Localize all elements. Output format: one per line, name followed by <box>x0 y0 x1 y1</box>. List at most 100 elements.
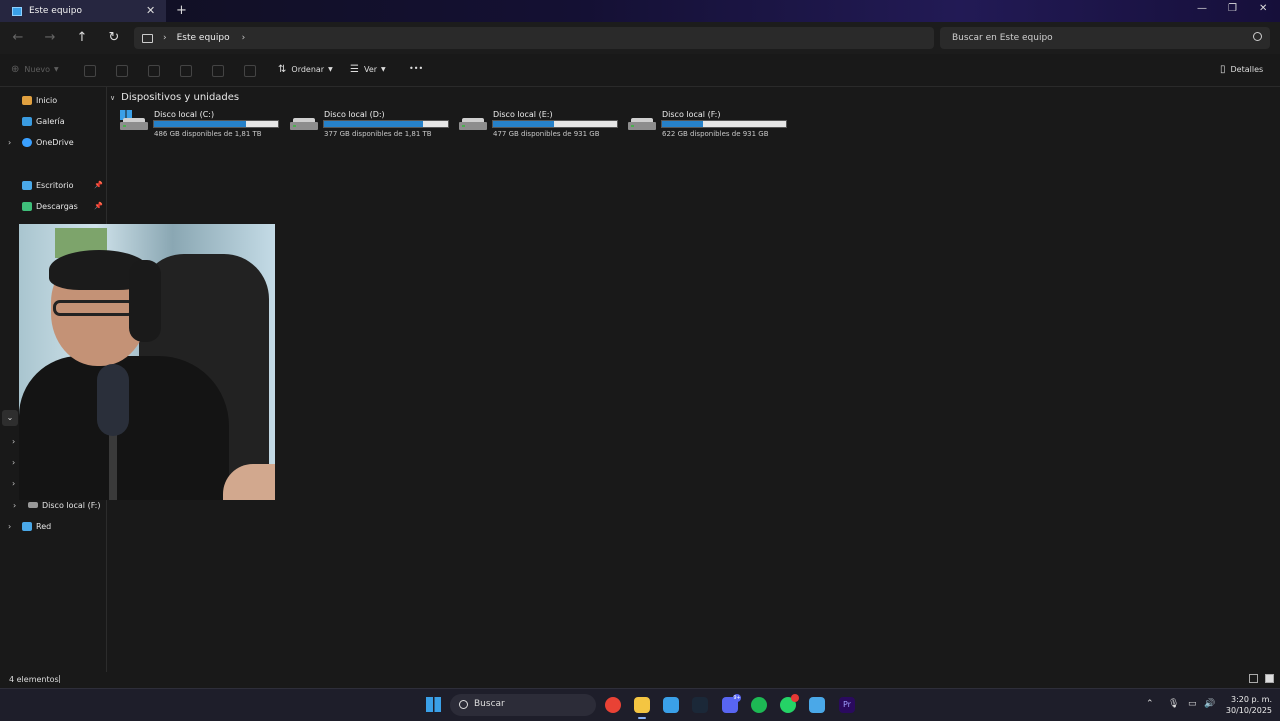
section-header-devices[interactable]: ∨ Dispositivos y unidades <box>110 92 239 103</box>
steam-icon[interactable] <box>692 697 708 713</box>
drive-f[interactable]: Disco local (F:) 622 GB disponibles de 9… <box>628 108 793 142</box>
drive-usage-bar <box>323 120 449 128</box>
drive-free-space: 486 GB disponibles de 1,81 TB <box>154 130 262 138</box>
system-clock[interactable]: 3:20 p. m. 30/10/2025 <box>1222 694 1272 716</box>
back-button[interactable]: ← <box>10 30 26 45</box>
status-bar: 4 elementos | <box>0 672 1280 688</box>
drive-icon <box>628 118 656 130</box>
clock-time: 3:20 p. m. <box>1230 695 1272 704</box>
item-count: 4 elementos <box>9 675 59 684</box>
new-tab-button[interactable]: + <box>176 3 187 18</box>
tab-title: Este equipo <box>29 6 82 16</box>
drive-usage-bar <box>492 120 618 128</box>
minimize-button[interactable]: — <box>1197 3 1207 14</box>
details-button[interactable]: ▯ Detalles <box>1220 64 1263 75</box>
microphone-icon[interactable]: 🎙 <box>1168 699 1179 709</box>
drive-name: Disco local (E:) <box>493 110 553 119</box>
pin-icon[interactable]: 📌 <box>94 202 103 210</box>
refresh-button[interactable]: ↻ <box>106 30 122 45</box>
close-button[interactable]: ✕ <box>1259 3 1267 14</box>
volume-icon[interactable]: 🔊 <box>1204 699 1215 709</box>
drive-d[interactable]: Disco local (D:) 377 GB disponibles de 1… <box>290 108 455 142</box>
remote-desktop-icon[interactable] <box>809 697 825 713</box>
network-icon[interactable]: ▭ <box>1188 699 1197 709</box>
drive-icon <box>28 502 38 508</box>
chevron-right-icon[interactable]: › <box>12 437 15 446</box>
plus-circle-icon: ⊕ <box>11 64 20 75</box>
chevron-right-icon[interactable]: › <box>12 479 15 488</box>
drive-c[interactable]: Disco local (C:) 486 GB disponibles de 1… <box>120 108 285 142</box>
computer-icon <box>142 33 153 43</box>
collapse-button[interactable]: ⌄ <box>2 410 18 426</box>
breadcrumb-este-equipo[interactable]: Este equipo <box>177 33 230 43</box>
share-icon[interactable] <box>212 65 224 77</box>
chevron-right-icon[interactable]: › <box>242 33 246 43</box>
chevron-right-icon[interactable]: › <box>8 138 11 147</box>
sidebar-item-escritorio[interactable]: Escritorio 📌 <box>0 176 106 194</box>
file-explorer-icon[interactable] <box>634 697 650 719</box>
paste-icon[interactable] <box>148 65 160 77</box>
copy-icon[interactable] <box>116 65 128 77</box>
details-view-icon[interactable] <box>1249 674 1258 683</box>
taskbar-search-label: Buscar <box>474 699 505 709</box>
navigation-bar: ← → ↑ ↻ › Este equipo › <box>0 22 1280 54</box>
forward-button[interactable]: → <box>42 30 58 45</box>
gallery-icon <box>22 116 32 126</box>
maximize-button[interactable]: ❐ <box>1228 3 1237 14</box>
drive-usage-bar <box>661 120 787 128</box>
desktop-icon <box>22 180 32 190</box>
details-pane-icon: ▯ <box>1220 64 1226 75</box>
sidebar-item-descargas[interactable]: Descargas 📌 <box>0 197 106 215</box>
chevron-right-icon[interactable]: › <box>12 458 15 467</box>
chevron-right-icon[interactable]: › <box>13 501 16 510</box>
chevron-right-icon[interactable]: › <box>163 33 167 43</box>
more-options-button[interactable]: ••• <box>409 64 423 73</box>
sidebar-item-label: OneDrive <box>36 137 74 147</box>
large-icons-view-icon[interactable] <box>1265 674 1274 683</box>
up-button[interactable]: ↑ <box>74 30 90 45</box>
address-bar[interactable]: › Este equipo › <box>134 27 934 49</box>
drive-name: Disco local (D:) <box>324 110 385 119</box>
delete-icon[interactable] <box>244 65 256 77</box>
details-label: Detalles <box>1230 65 1264 74</box>
sort-button[interactable]: ⇅ Ordenar ▼ <box>278 64 333 75</box>
search-box[interactable] <box>940 27 1270 49</box>
sidebar-item-galeria[interactable]: Galería <box>0 112 106 130</box>
sidebar-item-inicio[interactable]: Inicio <box>0 91 106 109</box>
view-button[interactable]: ☰ Ver ▼ <box>350 64 386 75</box>
premiere-pro-icon[interactable]: Pr <box>839 697 855 713</box>
chevron-down-icon: ▼ <box>54 66 59 73</box>
drive-icon <box>459 118 487 130</box>
new-button[interactable]: ⊕ Nuevo ▼ <box>11 64 59 75</box>
spotify-icon[interactable] <box>751 697 767 713</box>
store-icon[interactable] <box>663 697 679 713</box>
sidebar-item-label: Galería <box>36 116 65 126</box>
rename-icon[interactable] <box>180 65 192 77</box>
cut-icon[interactable] <box>84 65 96 77</box>
sidebar-item-onedrive[interactable]: › OneDrive <box>0 133 106 151</box>
cloud-icon <box>22 137 32 147</box>
chevron-down-icon: ∨ <box>110 93 116 102</box>
chevron-down-icon: ▼ <box>381 66 386 73</box>
search-input[interactable] <box>950 32 1244 44</box>
microphone-arm <box>109 434 117 500</box>
drive-e[interactable]: Disco local (E:) 477 GB disponibles de 9… <box>459 108 624 142</box>
drive-free-space: 622 GB disponibles de 931 GB <box>662 130 769 138</box>
computer-icon <box>12 6 22 16</box>
tab-este-equipo[interactable]: Este equipo ✕ <box>0 0 166 22</box>
chrome-icon[interactable] <box>605 697 621 713</box>
discord-badge: 9+ <box>733 694 741 702</box>
drive-free-space: 477 GB disponibles de 931 GB <box>493 130 600 138</box>
chevron-up-icon[interactable]: ⌃ <box>1146 699 1154 709</box>
command-bar: ⊕ Nuevo ▼ ⇅ Ordenar ▼ ☰ Ver ▼ ••• ▯ Deta… <box>0 54 1280 87</box>
close-tab-icon[interactable]: ✕ <box>146 4 155 17</box>
network-icon <box>22 521 32 531</box>
chevron-right-icon[interactable]: › <box>8 522 11 531</box>
start-icon[interactable] <box>426 697 441 712</box>
sidebar-item-red[interactable]: › Red <box>0 517 106 535</box>
search-icon[interactable] <box>1253 32 1262 41</box>
taskbar-search[interactable]: Buscar <box>450 694 596 716</box>
pin-icon[interactable]: 📌 <box>94 181 103 189</box>
sidebar-item-label: Escritorio <box>36 180 74 190</box>
download-icon <box>22 201 32 211</box>
